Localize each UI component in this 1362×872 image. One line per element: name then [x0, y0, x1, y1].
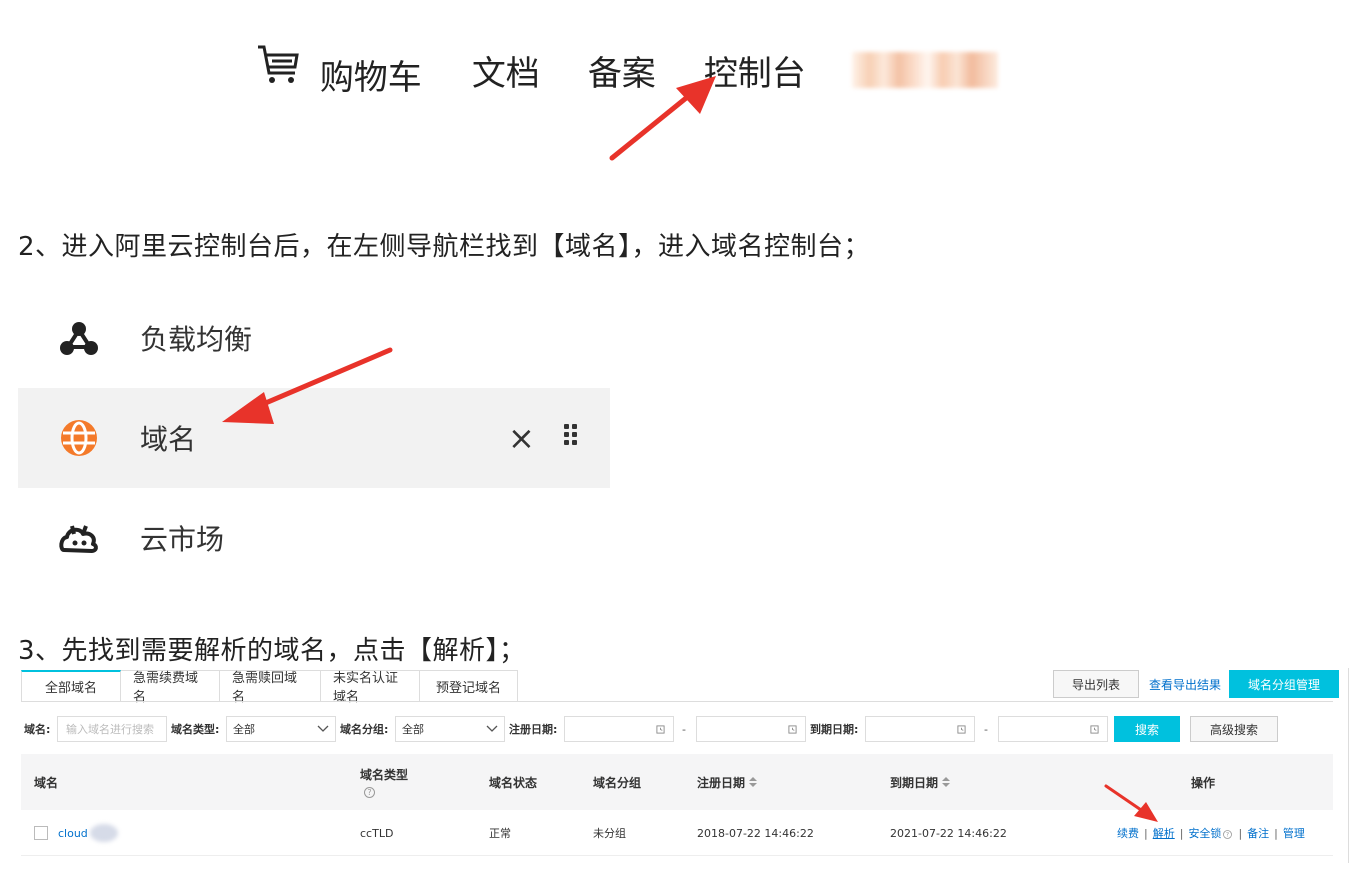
col-reg-date-label: 注册日期: [697, 775, 746, 790]
ops-separator: |: [1179, 826, 1184, 840]
annotation-arrow-console: [609, 76, 716, 161]
filter-bar: 域名: 输入域名进行搜索 域名类型: 全部 域名分组: 全部 注册日期: - 到…: [18, 716, 1338, 742]
col-type: 域名类型 ?: [360, 754, 408, 810]
clock-icon: [957, 724, 966, 734]
ops-separator: |: [1238, 826, 1243, 840]
col-domain: 域名: [34, 775, 59, 790]
blurred-username[interactable]: [851, 52, 998, 88]
clock-icon: [1090, 724, 1099, 734]
reg-date-range-separator: -: [682, 722, 686, 736]
group-select[interactable]: 全部: [395, 716, 505, 742]
security-lock-link[interactable]: 安全锁?: [1188, 825, 1233, 841]
col-group: 域名分组: [593, 775, 642, 790]
menu-label-cloud-market: 云市场: [140, 523, 225, 556]
col-reg-date[interactable]: 注册日期: [697, 754, 758, 810]
col-exp-date[interactable]: 到期日期: [890, 754, 951, 810]
annotation-arrow-resolve: [1104, 784, 1158, 822]
domain-name-link[interactable]: cloud: [58, 824, 118, 842]
cart-icon: [255, 45, 320, 98]
close-icon[interactable]: ×: [508, 422, 535, 454]
tab-all-domains[interactable]: 全部域名: [21, 670, 121, 702]
group-filter-label: 域名分组:: [340, 723, 389, 736]
type-select[interactable]: 全部: [226, 716, 336, 742]
step-2-text: 2、进入阿里云控制台后，在左侧导航栏找到【域名】，进入域名控制台；: [18, 232, 871, 262]
advanced-search-button[interactable]: 高级搜索: [1190, 716, 1278, 742]
reg-date-end-input[interactable]: [696, 716, 806, 742]
drag-handle-icon[interactable]: [564, 424, 577, 445]
tab-unverified[interactable]: 未实名认证域名: [321, 670, 420, 705]
export-list-button[interactable]: 导出列表: [1053, 670, 1139, 698]
exp-date-start-input[interactable]: [865, 716, 975, 742]
group-select-value: 全部: [402, 723, 424, 736]
type-filter-label: 域名类型:: [171, 723, 220, 736]
domain-console-panel: 全部域名 急需续费域名 急需赎回域名 未实名认证域名 预登记域名 导出列表 查看…: [18, 668, 1352, 863]
menu-item-cloud-market[interactable]: 云市场: [18, 488, 610, 588]
domain-filter-label: 域名:: [24, 723, 51, 736]
domain-tabs: 全部域名 急需续费域名 急需赎回域名 未实名认证域名 预登记域名: [21, 670, 518, 705]
search-button[interactable]: 搜索: [1114, 716, 1180, 742]
nav-docs[interactable]: 文档: [472, 46, 540, 95]
col-ops: 操作: [1191, 775, 1216, 790]
clock-icon: [788, 724, 797, 734]
sort-icon[interactable]: [749, 777, 758, 787]
cell-status: 正常: [489, 827, 511, 840]
panel-edge: [1348, 668, 1349, 863]
exp-date-filter-label: 到期日期:: [810, 723, 859, 736]
domain-search-input[interactable]: 输入域名进行搜索: [57, 716, 167, 742]
domain-name-text: cloud: [58, 826, 88, 840]
col-type-label: 域名类型: [360, 768, 409, 782]
ops-separator: |: [1144, 826, 1148, 840]
type-select-value: 全部: [233, 723, 255, 736]
col-exp-date-label: 到期日期: [890, 775, 939, 790]
col-status: 域名状态: [489, 775, 538, 790]
exp-date-end-input[interactable]: [998, 716, 1108, 742]
reg-date-filter-label: 注册日期:: [509, 723, 558, 736]
cell-group: 未分组: [593, 827, 626, 840]
annotation-arrow-domain: [222, 347, 393, 424]
console-actions: 导出列表 查看导出结果 域名分组管理: [1053, 670, 1340, 698]
cell-exp-date: 2021-07-22 14:46:22: [890, 826, 1007, 840]
clock-icon: [656, 724, 665, 734]
group-manage-button[interactable]: 域名分组管理: [1229, 670, 1340, 698]
cloud-market-icon: [58, 517, 100, 559]
chevron-down-icon: [317, 725, 329, 732]
ops-separator: |: [1274, 826, 1278, 840]
cell-reg-date: 2018-07-22 14:46:22: [697, 826, 814, 840]
security-lock-label: 安全锁: [1188, 827, 1222, 840]
tab-preregistered[interactable]: 预登记域名: [420, 670, 518, 702]
cell-type: ccTLD: [360, 826, 394, 840]
tab-renewal-urgent[interactable]: 急需续费域名: [121, 670, 220, 705]
menu-label-domain: 域名: [140, 423, 197, 456]
tabs-divider: [21, 701, 1333, 702]
view-export-results-link[interactable]: 查看导出结果: [1149, 676, 1221, 693]
globe-icon: [58, 417, 100, 459]
tab-redeem-urgent[interactable]: 急需赎回域名: [220, 670, 321, 705]
nav-cart-label: 购物车: [319, 58, 422, 98]
exp-date-range-separator: -: [984, 722, 988, 736]
nav-cart[interactable]: 购物车: [255, 41, 472, 99]
sort-icon[interactable]: [942, 777, 951, 787]
blurred-domain-suffix: [89, 824, 118, 842]
row-checkbox[interactable]: [34, 826, 48, 840]
chevron-down-icon: [486, 725, 498, 732]
reg-date-start-input[interactable]: [564, 716, 674, 742]
step-3-text: 3、先找到需要解析的域名，点击【解析】；: [18, 636, 526, 666]
load-balancer-icon: [58, 317, 100, 359]
help-icon[interactable]: ?: [364, 787, 375, 798]
manage-link[interactable]: 管理: [1283, 825, 1305, 841]
help-icon: ?: [1223, 830, 1233, 839]
remark-link[interactable]: 备注: [1247, 825, 1269, 841]
